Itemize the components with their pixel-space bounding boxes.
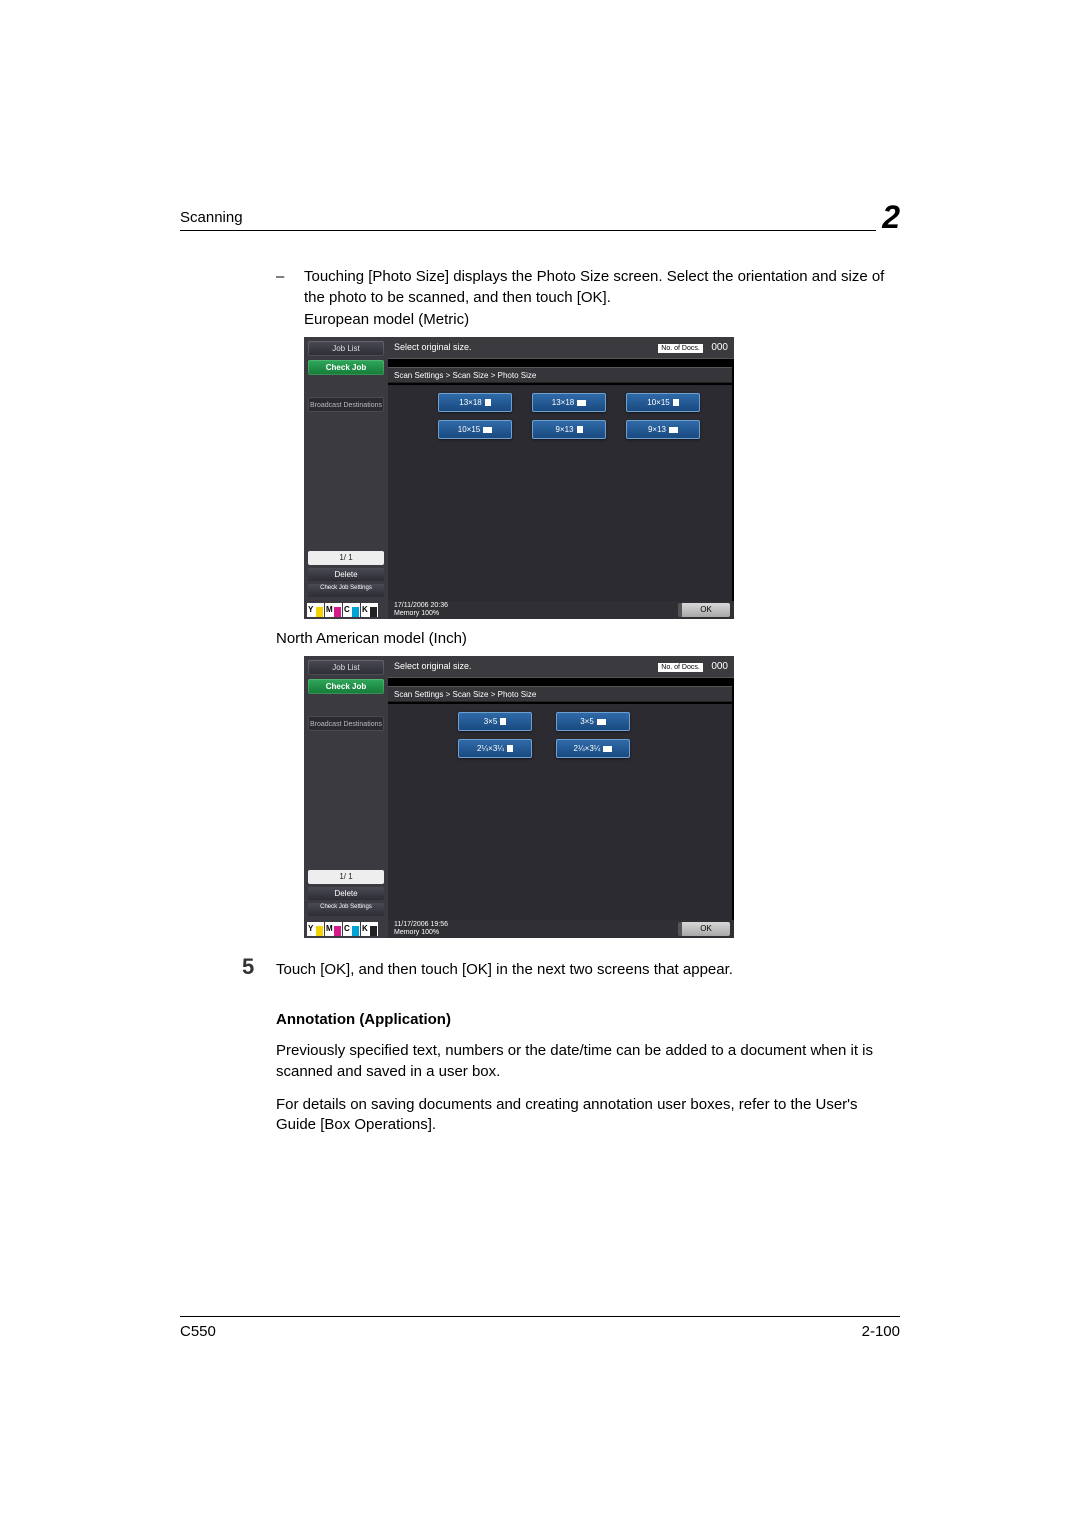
toner-y: Y xyxy=(307,922,324,936)
screen-main: 13×18 13×18 10×15 10×15 9×13 9×13 xyxy=(388,385,732,601)
bullet-text: Touching [Photo Size] displays the Photo… xyxy=(304,267,900,308)
check-job-settings-button[interactable]: Check Job Settings xyxy=(308,584,384,597)
caption-metric: European model (Metric) xyxy=(304,310,900,331)
datetime: 17/11/2006 20:36 xyxy=(394,602,448,610)
check-job-button[interactable]: Check Job xyxy=(308,679,384,694)
size-3x5-landscape[interactable]: 3×5 xyxy=(556,712,630,731)
page-footer: C550 2-100 xyxy=(180,1316,900,1340)
size-3x5-portrait[interactable]: 3×5 xyxy=(458,712,532,731)
pager: 1/ 1 xyxy=(308,870,384,884)
size-9x13-landscape[interactable]: 9×13 xyxy=(626,420,700,439)
bullet-dash: – xyxy=(276,267,304,308)
docs-label: No. of Docs. xyxy=(658,344,703,353)
screen-header: Select original size. No. of Docs. 000 xyxy=(388,656,734,678)
toner-c: C xyxy=(343,603,360,617)
portrait-icon xyxy=(507,745,513,752)
toner-levels: Y M C K xyxy=(307,603,378,617)
chapter-number: 2 xyxy=(876,199,900,236)
delete-button[interactable]: Delete xyxy=(308,568,384,581)
landscape-icon xyxy=(597,719,606,725)
bullet-photo-size: – Touching [Photo Size] displays the Pho… xyxy=(276,267,900,308)
landscape-icon xyxy=(577,400,586,406)
docs-count: 000 xyxy=(711,661,728,672)
toner-m: M xyxy=(325,922,342,936)
toner-k: K xyxy=(361,922,378,936)
page-header: Scanning 2 xyxy=(180,200,900,231)
annotation-p1: Previously specified text, numbers or th… xyxy=(276,1041,900,1082)
job-list-button[interactable]: Job List xyxy=(308,341,384,356)
job-list-button[interactable]: Job List xyxy=(308,660,384,675)
size-2x3-landscape[interactable]: 2¼×3¼ xyxy=(556,739,630,758)
landscape-icon xyxy=(483,427,492,433)
step-text: Touch [OK], and then touch [OK] in the n… xyxy=(276,956,900,981)
portrait-icon xyxy=(673,399,679,406)
caption-inch: North American model (Inch) xyxy=(276,629,900,650)
toner-y: Y xyxy=(307,603,324,617)
side-panel: Job List Check Job Broadcast Destination… xyxy=(304,337,388,619)
size-13x18-portrait[interactable]: 13×18 xyxy=(438,393,512,412)
screen-footer: 17/11/2006 20:36 Memory 100% OK xyxy=(388,601,734,619)
annotation-p2: For details on saving documents and crea… xyxy=(276,1095,900,1136)
screen-main: 3×5 3×5 2¼×3¼ 2¼×3¼ xyxy=(388,704,732,920)
docs-label: No. of Docs. xyxy=(658,663,703,672)
annotation-heading: Annotation (Application) xyxy=(276,1010,900,1031)
landscape-icon xyxy=(603,746,612,752)
delete-button[interactable]: Delete xyxy=(308,887,384,900)
broadcast-dest-button[interactable]: Broadcast Destinations xyxy=(308,397,384,412)
portrait-icon xyxy=(485,399,491,406)
ok-button[interactable]: OK xyxy=(678,603,730,617)
memory: Memory 100% xyxy=(394,610,448,618)
size-10x15-landscape[interactable]: 10×15 xyxy=(438,420,512,439)
size-9x13-portrait[interactable]: 9×13 xyxy=(532,420,606,439)
portrait-icon xyxy=(500,718,506,725)
breadcrumb: Scan Settings > Scan Size > Photo Size xyxy=(388,367,732,383)
datetime: 11/17/2006 19:56 xyxy=(394,921,448,929)
section-title: Scanning xyxy=(180,209,243,226)
toner-m: M xyxy=(325,603,342,617)
check-job-settings-button[interactable]: Check Job Settings xyxy=(308,903,384,916)
step-number: 5 xyxy=(242,956,276,981)
screenshot-metric: Job List Check Job Broadcast Destination… xyxy=(304,337,734,619)
docs-count: 000 xyxy=(711,342,728,353)
toner-k: K xyxy=(361,603,378,617)
check-job-button[interactable]: Check Job xyxy=(308,360,384,375)
side-panel: Job List Check Job Broadcast Destination… xyxy=(304,656,388,938)
landscape-icon xyxy=(669,427,678,433)
ok-button[interactable]: OK xyxy=(678,922,730,936)
footer-model: C550 xyxy=(180,1323,216,1340)
portrait-icon xyxy=(577,426,583,433)
memory: Memory 100% xyxy=(394,929,448,937)
pager: 1/ 1 xyxy=(308,551,384,565)
broadcast-dest-button[interactable]: Broadcast Destinations xyxy=(308,716,384,731)
screen-prompt: Select original size. xyxy=(394,660,472,677)
screenshot-inch: Job List Check Job Broadcast Destination… xyxy=(304,656,734,938)
toner-c: C xyxy=(343,922,360,936)
breadcrumb: Scan Settings > Scan Size > Photo Size xyxy=(388,686,732,702)
screen-prompt: Select original size. xyxy=(394,341,472,358)
size-2x3-portrait[interactable]: 2¼×3¼ xyxy=(458,739,532,758)
footer-page: 2-100 xyxy=(862,1323,900,1340)
step-5: 5 Touch [OK], and then touch [OK] in the… xyxy=(276,956,900,981)
size-13x18-landscape[interactable]: 13×18 xyxy=(532,393,606,412)
screen-header: Select original size. No. of Docs. 000 xyxy=(388,337,734,359)
toner-levels: Y M C K xyxy=(307,922,378,936)
screen-footer: 11/17/2006 19:56 Memory 100% OK xyxy=(388,920,734,938)
size-10x15-portrait[interactable]: 10×15 xyxy=(626,393,700,412)
